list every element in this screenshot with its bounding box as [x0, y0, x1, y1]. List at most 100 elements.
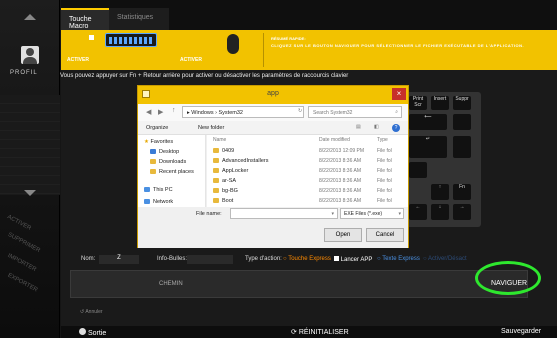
sidebar-item-supprimer[interactable]: Supprimer	[7, 232, 41, 254]
file-type: File fol	[377, 158, 392, 164]
option-lancer-app[interactable]: Lancer APP	[334, 256, 372, 263]
pane-icon[interactable]: ◧	[374, 124, 379, 130]
scroll-up-icon[interactable]	[24, 14, 36, 20]
file-type: File fol	[377, 198, 392, 204]
search-input[interactable]: Search System32 ⌕	[308, 106, 402, 118]
key-1	[453, 114, 471, 130]
nom-input[interactable]: Z	[99, 255, 139, 264]
tab-statistiques[interactable]: Statistiques	[109, 8, 169, 30]
close-button[interactable]: ×	[392, 88, 406, 100]
file-row[interactable]: 0409 8/22/2013 12:09 PM File fol	[207, 147, 408, 156]
column-date-modified[interactable]: Date modified	[319, 137, 350, 143]
nav-recent-places[interactable]: Recent places	[150, 169, 194, 175]
mouse-icon[interactable]	[227, 34, 239, 54]
header-panel: ACTIVER ACTIVER RÉSUMÉ RAPIDE: Cliquez s…	[61, 30, 557, 70]
key-down: ↓	[431, 204, 449, 220]
star-icon: ★	[144, 139, 149, 145]
key-backspace: ⟵	[409, 114, 447, 130]
option-activer-desact[interactable]: ○ Activer/Désact	[423, 256, 467, 262]
help-icon[interactable]: ?	[392, 124, 400, 132]
open-button[interactable]: Open	[324, 228, 362, 242]
address-bar: ◀ ▶ ↑ ▸ Windows › System32 ↻ Search Syst…	[138, 104, 408, 121]
sidebar-item-activer[interactable]: Activer	[6, 214, 32, 232]
file-row[interactable]: Boot 8/22/2013 8:36 AM File fol	[207, 197, 408, 206]
profile-avatar[interactable]	[21, 46, 39, 64]
dialog-footer: File name: ▾ EXE Files (*.exe) ▾ Open Ca…	[138, 207, 408, 248]
filetype-select[interactable]: EXE Files (*.exe) ▾	[340, 208, 404, 219]
back-icon[interactable]: ◀	[146, 108, 151, 116]
file-type: File fol	[377, 178, 392, 184]
file-row[interactable]: AdvancedInstallers 8/22/2013 8:36 AM File …	[207, 157, 408, 166]
cancel-button[interactable]: Cancel	[366, 228, 404, 242]
dialog-title-bar: app ×	[138, 86, 408, 104]
network-icon	[144, 199, 150, 205]
nav-favorites[interactable]: ★ Favorites	[144, 139, 173, 145]
activer-label-keyboard: ACTIVER	[67, 57, 89, 63]
nav-this-pc[interactable]: This PC	[144, 187, 173, 193]
sidebar-item-importer[interactable]: Importer	[6, 253, 37, 273]
column-type[interactable]: Type	[377, 137, 388, 143]
file-name: ar-SA	[222, 178, 237, 184]
path-field[interactable]: ▸ Windows › System32	[182, 106, 304, 118]
reset-button[interactable]: ⟳ RÉINITIALISER	[291, 328, 349, 336]
keyboard-icon[interactable]	[105, 33, 157, 47]
desktop-icon	[150, 149, 156, 155]
new-folder-button[interactable]: New folder	[198, 125, 224, 131]
path-segment-system32[interactable]: System32	[219, 110, 243, 116]
activer-label-mouse: ACTIVER	[180, 57, 202, 63]
nom-value: Z	[117, 255, 121, 261]
folder-icon	[213, 148, 219, 154]
nav-network[interactable]: Network	[144, 199, 173, 206]
key-enter: ↵	[409, 136, 447, 158]
infobulles-input[interactable]	[187, 255, 233, 264]
file-row[interactable]: bg-BG 8/22/2013 8:36 AM File fol	[207, 187, 408, 196]
instruction-text: Vous pouvez appuyer sur Fn + Retour arri…	[60, 73, 349, 79]
key-up: ↑	[431, 184, 449, 200]
option-touche-express[interactable]: ○ Touche Express	[283, 256, 331, 262]
key-insert: Insert	[431, 96, 449, 110]
column-name[interactable]: Name	[213, 137, 226, 143]
organize-button[interactable]: Organize	[146, 125, 168, 131]
dropdown-icon[interactable]: ▾	[331, 211, 334, 217]
forward-icon[interactable]: ▶	[158, 108, 163, 116]
file-date: 8/22/2013 8:36 AM	[319, 178, 361, 184]
up-icon[interactable]: ↑	[172, 107, 176, 114]
refresh-icon[interactable]: ↻	[298, 108, 302, 114]
key-right: →	[453, 204, 471, 220]
annuler-label[interactable]: ↺ Annuler	[80, 309, 103, 315]
file-row[interactable]: AppLocker 8/22/2013 8:36 AM File fol	[207, 167, 408, 176]
exit-button[interactable]: Sortie	[79, 328, 106, 337]
file-date: 8/22/2013 8:36 AM	[319, 188, 361, 194]
command-bar: Organize New folder ▤ ◧ ?	[138, 121, 408, 135]
file-date: 8/22/2013 8:36 AM	[319, 168, 361, 174]
file-type: File fol	[377, 188, 392, 194]
file-name: Boot	[222, 198, 234, 204]
sidebar-menu: Activer Supprimer Importer Exporter	[2, 210, 60, 310]
file-row[interactable]: ar-SA 8/22/2013 8:36 AM File fol	[207, 177, 408, 186]
nav-desktop[interactable]: Desktop	[150, 149, 179, 155]
infobulles-label: Info-Bulles:	[157, 256, 188, 262]
save-button[interactable]: Sauvegarder	[501, 328, 541, 335]
bottom-bar: Sortie ⟳ RÉINITIALISER Sauvegarder	[61, 326, 557, 338]
recent-places-icon	[150, 169, 156, 175]
nav-downloads[interactable]: Downloads	[150, 159, 186, 165]
key-2	[453, 136, 471, 158]
folder-icon	[213, 158, 219, 164]
naviguer-highlight-circle	[475, 261, 541, 295]
path-segment-windows[interactable]: Windows	[191, 110, 213, 116]
dialog-title: app	[267, 90, 279, 97]
downloads-icon	[150, 159, 156, 165]
option-texte-express[interactable]: ○ Texte Express	[377, 256, 420, 262]
key-fn: Fn	[453, 184, 471, 200]
filename-input[interactable]: ▾	[230, 208, 338, 219]
scroll-down-icon[interactable]	[24, 190, 36, 196]
view-icon[interactable]: ▤	[356, 124, 361, 130]
header-divider	[263, 33, 264, 67]
tab-touche-macro[interactable]: Touche Macro	[61, 8, 109, 30]
close-icon: ×	[396, 89, 402, 98]
key-shift	[409, 162, 427, 178]
sidebar-item-exporter[interactable]: Exporter	[7, 273, 39, 294]
checkbox-icon[interactable]	[89, 35, 94, 40]
type-action-label: Type d'action:	[245, 256, 282, 262]
file-name: bg-BG	[222, 188, 238, 194]
